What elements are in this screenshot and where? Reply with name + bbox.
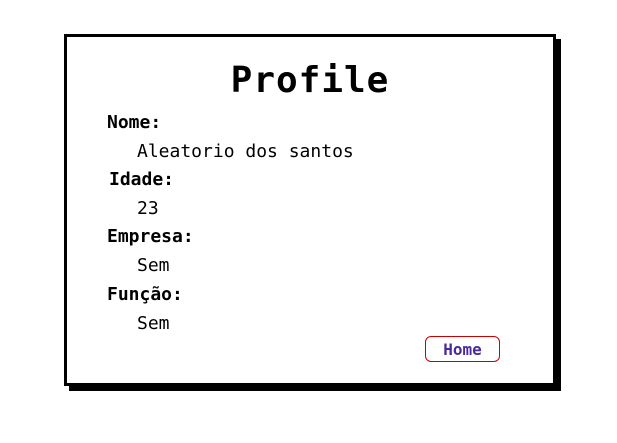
company-label: Empresa: [107, 226, 194, 247]
role-label: Função: [107, 284, 183, 305]
age-label: Idade: [109, 169, 175, 190]
name-label: Nome: [107, 112, 162, 133]
name-value: Aleatorio dos santos [137, 141, 354, 162]
role-value: Sem [137, 313, 170, 334]
profile-card: Profile Nome: Aleatorio dos santos Idade… [64, 34, 556, 386]
company-value: Sem [137, 255, 170, 276]
page-title: Profile [230, 60, 390, 101]
home-button[interactable]: Home [425, 336, 500, 362]
age-value: 23 [137, 198, 159, 219]
